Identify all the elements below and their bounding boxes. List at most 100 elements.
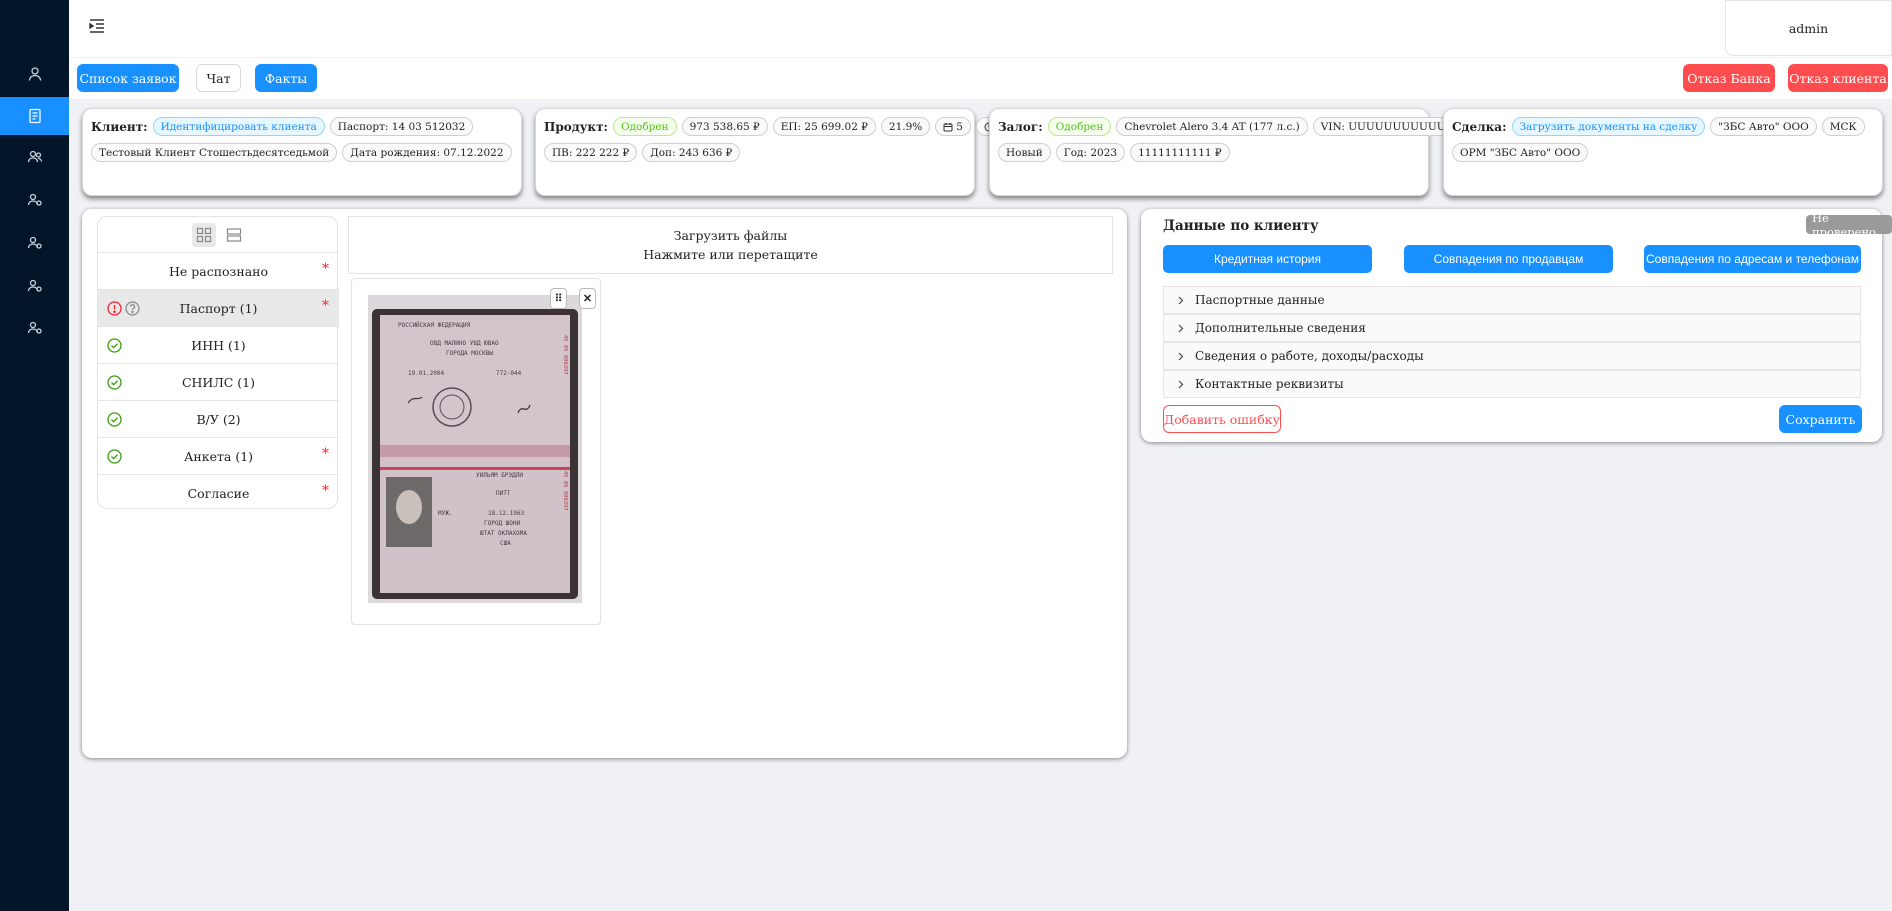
orm-tag: ОРМ "ЗБС Авто" ООО [1452, 143, 1589, 162]
accordion-employment-income[interactable]: Сведения о работе, доходы/расходы [1163, 342, 1861, 370]
status-badge: Не проверено [1806, 211, 1892, 239]
collateral-label: Залог: [998, 119, 1043, 134]
bank-reject-button[interactable]: Отказ Банка [1683, 64, 1775, 92]
chevron-right-icon [1178, 296, 1184, 304]
passport-issue-date: 19.01.2004 [408, 370, 445, 377]
check-circle-icon [107, 375, 122, 390]
identify-client-tag[interactable]: Идентифицировать клиента [152, 117, 325, 136]
doc-item-label: Паспорт (1) [179, 300, 258, 316]
sidebar-item-applications[interactable] [0, 97, 69, 135]
close-icon[interactable]: ✕ [579, 288, 596, 309]
down-payment-tag: ПВ: 222 222 ₽ [544, 143, 638, 162]
extra-tag: Доп: 243 636 ₽ [642, 143, 741, 162]
upload-deal-docs-tag[interactable]: Загрузить документы на сделку [1511, 117, 1706, 136]
save-button[interactable]: Сохранить [1779, 405, 1862, 433]
price-tag: 11111111111 ₽ [1130, 143, 1230, 162]
doc-item-snils[interactable]: СНИЛС (1) [98, 363, 339, 400]
doc-item-label: Анкета (1) [183, 448, 254, 464]
client-card: Клиент: Идентифицировать клиента Паспорт… [82, 108, 522, 196]
accordion-label: Контактные реквизиты [1195, 377, 1344, 391]
required-mark: * [322, 483, 329, 499]
address-phone-matches-button[interactable]: Совпадения по адресам и телефонам [1644, 245, 1861, 273]
action-bar [69, 57, 1892, 99]
required-mark: * [322, 261, 329, 277]
doc-item-unrecognized[interactable]: Не распознано * [98, 252, 339, 289]
product-card: Продукт: Одобрен 973 538.65 ₽ ЕП: 25 699… [535, 108, 1019, 196]
list-view-button[interactable] [222, 223, 246, 247]
user-name: admin [1788, 20, 1829, 36]
passport-birth-place-2: ШТАТ ОКЛАХОМА [480, 530, 527, 537]
chat-button[interactable]: Чат [196, 64, 241, 92]
city-tag: МСК [1821, 117, 1865, 136]
grid-icon [196, 227, 211, 242]
doc-item-inn[interactable]: ИНН (1) [98, 326, 339, 363]
user-icon [28, 67, 41, 81]
document-type-list: Не распознано * Паспорт (1) * ИНН (1) СН… [97, 216, 339, 511]
doc-item-driver-license[interactable]: В/У (2) [98, 400, 339, 437]
doc-item-label: Согласие [187, 485, 250, 501]
sidebar-item-users-4[interactable] [0, 309, 69, 347]
doc-item-label: В/У (2) [196, 411, 241, 427]
facts-button[interactable]: Факты [255, 64, 317, 92]
passport-birth-date: 18.12.1963 [488, 510, 525, 517]
accordion-passport-data[interactable]: Паспортные данные [1163, 286, 1861, 314]
check-circle-icon [107, 338, 122, 353]
doc-item-consent[interactable]: Согласие * [98, 474, 339, 511]
add-error-button[interactable]: Добавить ошибку [1163, 405, 1281, 433]
chevron-right-icon [1178, 324, 1184, 332]
doc-item-questionnaire[interactable]: Анкета (1) * [98, 437, 339, 474]
car-tag: Chevrolet Alero 3.4 AT (177 л.с.) [1116, 117, 1308, 136]
passport-issuer-1: ОВД МАЛИНО УВД ЮВАО [430, 340, 499, 347]
file-thumbnail[interactable]: РОССИЙСКАЯ ФЕДЕРАЦИЯ ОВД МАЛИНО УВД ЮВАО… [351, 278, 601, 625]
sidebar [0, 0, 69, 911]
users-settings-icon [27, 193, 42, 206]
passport-tag: Паспорт: 14 03 512032 [329, 117, 474, 136]
year-tag: Год: 2023 [1055, 143, 1126, 162]
passport-sex: МУЖ. [438, 510, 452, 517]
passport-dept-code: 772-044 [496, 370, 522, 377]
users-settings-icon [27, 236, 42, 249]
upload-hint: Нажмите или перетащите [643, 247, 818, 262]
check-circle-icon [107, 449, 122, 464]
amount-tag: 973 538.65 ₽ [681, 117, 768, 136]
upload-title: Загрузить файлы [673, 228, 788, 243]
accordion-additional-info[interactable]: Дополнительные сведения [1163, 314, 1861, 342]
accordion-label: Сведения о работе, доходы/расходы [1195, 349, 1424, 363]
users-settings-icon [27, 321, 42, 334]
user-group-icon [27, 150, 42, 163]
collateral-card: Залог: Одобрен Chevrolet Alero 3.4 AT (1… [989, 108, 1498, 196]
sidebar-item-users-1[interactable] [0, 181, 69, 219]
drag-handle-icon[interactable]: ⠿ [550, 288, 567, 309]
error-circle-icon [107, 301, 122, 316]
calendar-icon [943, 122, 953, 131]
view-toggle [98, 217, 339, 252]
doc-item-label: Не распознано [168, 263, 269, 279]
product-label: Продукт: [544, 119, 608, 134]
deal-card: Сделка: Загрузить документы на сделку "З… [1443, 108, 1883, 196]
user-menu[interactable]: admin [1725, 0, 1892, 56]
chevron-right-icon [1178, 352, 1184, 360]
client-label: Клиент: [91, 119, 148, 134]
condition-tag: Новый [998, 143, 1051, 162]
collateral-status-tag: Одобрен [1047, 117, 1112, 136]
term-years-tag: 5 [935, 117, 971, 136]
passport-series-top: 45 05 096397 [562, 335, 568, 375]
passport-birth-place-3: США [500, 540, 511, 547]
required-mark: * [322, 298, 329, 314]
accordion-contact-details[interactable]: Контактные реквизиты [1163, 370, 1861, 398]
doc-item-passport[interactable]: Паспорт (1) * [98, 289, 339, 326]
sidebar-item-users-3[interactable] [0, 267, 69, 305]
sidebar-item-team[interactable] [0, 138, 69, 176]
required-mark: * [322, 446, 329, 462]
menu-unfold-icon[interactable] [88, 17, 106, 35]
sidebar-item-profile[interactable] [0, 55, 69, 93]
seller-matches-button[interactable]: Совпадения по продавцам [1404, 245, 1613, 273]
dealer-tag: "ЗБС Авто" ООО [1710, 117, 1817, 136]
sidebar-item-users-2[interactable] [0, 224, 69, 262]
file-upload-dropzone[interactable]: Загрузить файлы Нажмите или перетащите [348, 216, 1113, 274]
rate-tag: 21.9% [880, 117, 931, 136]
applications-list-button[interactable]: Список заявок [77, 64, 179, 92]
credit-history-button[interactable]: Кредитная история [1163, 245, 1372, 273]
grid-view-button[interactable] [191, 222, 216, 247]
client-reject-button[interactable]: Отказ клиента [1788, 64, 1888, 92]
